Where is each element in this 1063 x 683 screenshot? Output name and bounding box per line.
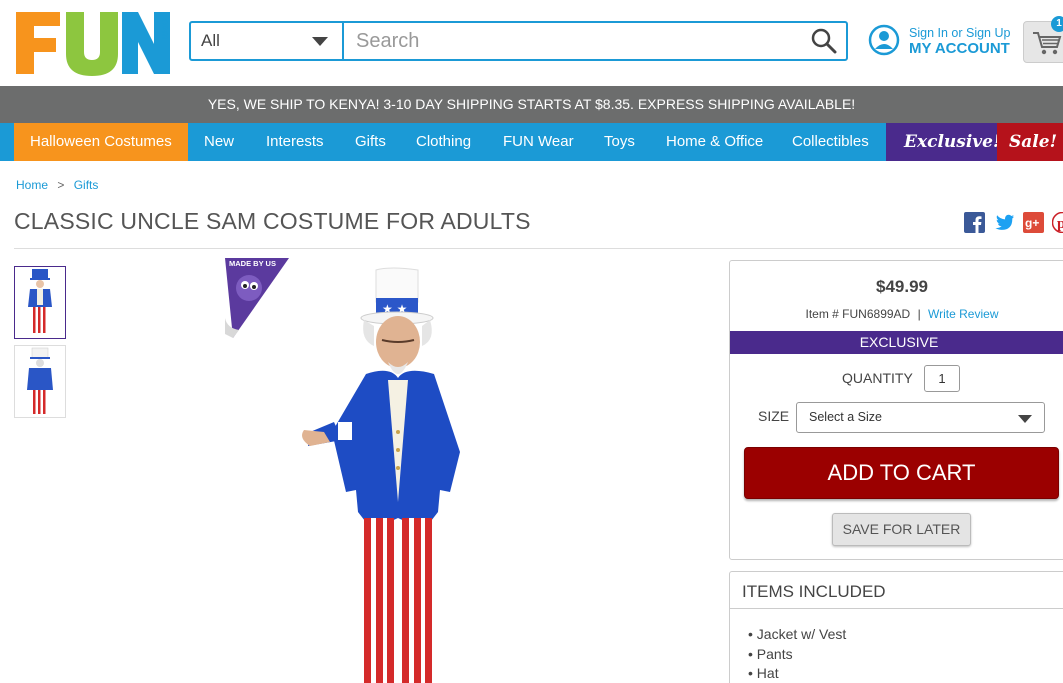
search-button[interactable] xyxy=(802,23,846,59)
my-account-link[interactable]: MY ACCOUNT xyxy=(909,40,1010,57)
quantity-label: QUANTITY xyxy=(842,370,913,386)
product-main-image[interactable]: ★ ★ xyxy=(290,262,490,683)
cart-icon xyxy=(1033,32,1062,55)
search-icon xyxy=(811,28,837,54)
sign-in-link[interactable]: Sign In or Sign Up xyxy=(909,26,1010,40)
product-thumbnail-back[interactable] xyxy=(14,345,66,418)
breadcrumb-separator: > xyxy=(57,178,65,192)
uncle-sam-back-thumbnail-image xyxy=(27,347,53,414)
list-item: Jacket w/ Vest xyxy=(748,626,846,646)
list-item: Pants xyxy=(748,646,846,666)
nav-item-fun-wear[interactable]: FUN Wear xyxy=(503,123,574,161)
items-included-divider xyxy=(730,608,1063,609)
nav-item-clothing[interactable]: Clothing xyxy=(416,123,471,161)
save-for-later-button[interactable]: SAVE FOR LATER xyxy=(832,513,971,546)
fun-logo-graphic xyxy=(16,12,170,76)
site-header: .com All Sign In or Sign Up MY ACCOUNT xyxy=(0,0,1063,86)
quantity-field[interactable]: 1 xyxy=(924,365,960,392)
facebook-icon[interactable] xyxy=(964,212,985,233)
main-nav: Halloween Costumes New Interests Gifts C… xyxy=(0,123,1063,161)
nav-item-home-office[interactable]: Home & Office xyxy=(666,123,763,161)
size-select-value: Select a Size xyxy=(809,410,882,424)
made-by-us-graphic xyxy=(225,258,289,338)
search-input[interactable] xyxy=(344,23,802,59)
page-title: CLASSIC UNCLE SAM COSTUME FOR ADULTS xyxy=(14,208,531,234)
nav-item-toys[interactable]: Toys xyxy=(604,123,635,161)
pinterest-icon[interactable]: p xyxy=(1052,212,1063,233)
breadcrumb: Home > Gifts xyxy=(16,178,98,192)
product-thumbnail-front[interactable] xyxy=(14,266,66,339)
nav-item-gifts[interactable]: Gifts xyxy=(355,123,386,161)
search-bar: All xyxy=(189,21,848,61)
add-to-cart-button[interactable]: ADD TO CART xyxy=(744,447,1059,499)
uncle-sam-thumbnail-image xyxy=(28,269,52,333)
buy-box: $49.99 Item # FUN6899AD | Write Review E… xyxy=(729,260,1063,560)
google-plus-icon[interactable]: g+ xyxy=(1023,212,1044,233)
search-category-value: All xyxy=(201,31,220,50)
uncle-sam-costume-image: ★ ★ xyxy=(302,267,460,683)
nav-item-halloween-costumes[interactable]: Halloween Costumes xyxy=(14,123,188,161)
item-number: Item # FUN6899AD xyxy=(805,307,911,321)
logo-suffix: .com xyxy=(159,16,170,40)
chevron-down-icon xyxy=(1018,415,1032,423)
cart-count-badge: 1 xyxy=(1051,16,1063,32)
chevron-down-icon xyxy=(312,37,328,46)
product-price: $49.99 xyxy=(876,277,928,296)
items-included-panel: ITEMS INCLUDED Jacket w/ Vest Pants Hat xyxy=(729,571,1063,683)
user-icon xyxy=(868,24,900,56)
nav-item-interests[interactable]: Interests xyxy=(266,123,324,161)
search-category-select[interactable]: All xyxy=(191,23,344,59)
size-select[interactable]: Select a Size xyxy=(796,402,1045,433)
items-included-list: Jacket w/ Vest Pants Hat xyxy=(748,626,846,683)
nav-item-sale[interactable]: Sale! xyxy=(997,123,1063,161)
size-label: SIZE xyxy=(758,408,790,424)
item-number-line: Item # FUN6899AD | Write Review xyxy=(730,307,1063,321)
item-separator: | xyxy=(917,307,921,321)
write-review-link[interactable]: Write Review xyxy=(928,307,998,321)
twitter-icon[interactable] xyxy=(994,212,1015,233)
account-menu[interactable]: Sign In or Sign Up MY ACCOUNT xyxy=(868,22,1018,62)
breadcrumb-home[interactable]: Home xyxy=(16,178,48,192)
svg-text:g+: g+ xyxy=(1025,216,1039,230)
fun-logo[interactable]: .com xyxy=(14,8,174,76)
svg-text:p: p xyxy=(1057,216,1063,232)
title-divider xyxy=(14,248,1063,249)
shipping-banner: YES, WE SHIP TO KENYA! 3-10 DAY SHIPPING… xyxy=(0,86,1063,123)
nav-item-collectibles[interactable]: Collectibles xyxy=(792,123,869,161)
made-by-us-badge: MADE BY US xyxy=(225,258,289,340)
exclusive-badge: EXCLUSIVE xyxy=(730,331,1063,354)
breadcrumb-gifts[interactable]: Gifts xyxy=(74,178,99,192)
items-included-heading: ITEMS INCLUDED xyxy=(742,582,886,601)
list-item: Hat xyxy=(748,665,846,683)
made-by-us-label: MADE BY US xyxy=(229,259,276,268)
nav-item-new[interactable]: New xyxy=(204,123,234,161)
